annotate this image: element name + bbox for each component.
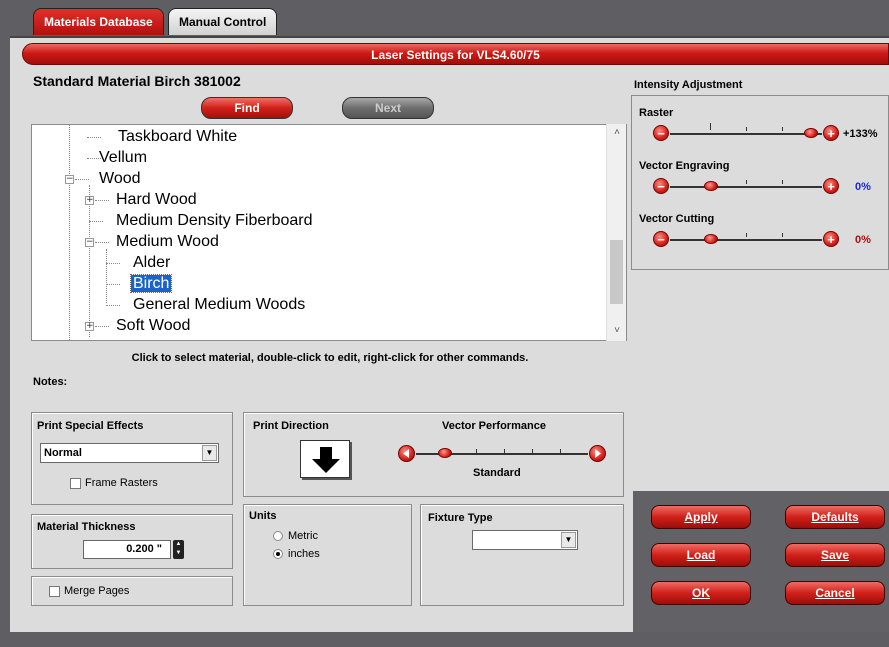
vector-cutting-knob[interactable] [704,234,719,244]
tree-item[interactable]: + Soft Wood [85,316,192,337]
print-special-effects-title: Print Special Effects [37,420,144,432]
tree-item[interactable]: + Hard Wood [85,190,199,211]
tree-item[interactable]: Medium Density Fiberboard [89,211,315,232]
arrow-left-icon [403,449,409,458]
metric-label: Metric [288,530,318,542]
vector-engraving-increase-button[interactable]: + [823,178,839,194]
vector-engraving-track [670,186,822,188]
material-tree[interactable]: Taskboard White Vellum − Wood + Hard Woo… [31,124,627,341]
inches-label: inches [288,548,320,560]
print-direction-button[interactable] [300,440,350,478]
collapse-icon[interactable]: − [65,175,74,184]
vector-cutting-track [670,239,822,241]
tree-item[interactable]: Birch [106,274,173,295]
merge-pages-checkbox[interactable] [49,586,60,597]
find-button[interactable]: Find [201,97,293,119]
thickness-input[interactable]: 0.200 " [83,540,171,559]
vector-engraving-label: Vector Engraving [639,160,730,172]
tree-item-label[interactable]: General Medium Woods [131,296,307,313]
window-title-bar: Laser Settings for VLS4.60/75 [22,43,889,65]
inches-radio[interactable] [273,549,283,559]
tree-item-label[interactable]: Taskboard White [116,128,239,145]
vector-engraving-value: 0% [855,181,871,193]
tree-item[interactable]: General Medium Woods [106,295,307,316]
vector-engraving-decrease-button[interactable]: − [653,178,669,194]
tree-item-label[interactable]: Medium Wood [114,233,221,250]
metric-radio[interactable] [273,531,283,541]
notes-label: Notes: [33,376,68,388]
chevron-down-icon: ▼ [202,445,217,461]
tree-scrollbar[interactable]: ˄ ˅ [606,124,626,341]
vector-performance-decrease-button[interactable] [398,445,415,462]
fixture-type-title: Fixture Type [428,512,493,524]
tab-materials-database[interactable]: Materials Database [33,8,164,35]
raster-increase-button[interactable]: + [823,125,839,141]
tree-item-label[interactable]: Medium Density Fiberboard [114,212,315,229]
material-thickness-title: Material Thickness [37,521,136,533]
intensity-adjustment-group [631,95,889,270]
expand-icon[interactable]: + [85,196,94,205]
apply-button[interactable]: Apply [651,505,751,529]
print-direction-title: Print Direction [253,420,329,432]
scroll-thumb[interactable] [610,240,623,304]
raster-decrease-button[interactable]: − [653,125,669,141]
raster-label: Raster [639,107,674,119]
tree-item-label[interactable]: Vellum [97,149,149,166]
tree-item[interactable]: − Wood [65,169,143,190]
vector-performance-increase-button[interactable] [589,445,606,462]
scroll-up-icon[interactable]: ˄ [611,127,623,139]
intensity-adjustment-title: Intensity Adjustment [634,79,743,91]
units-title: Units [249,510,277,522]
vector-cutting-label: Vector Cutting [639,213,715,225]
merge-pages-label: Merge Pages [64,585,130,597]
frame-rasters-checkbox[interactable] [70,478,81,489]
vector-performance-value: Standard [473,467,521,479]
arrow-down-icon [312,447,340,473]
tree-item[interactable]: Vellum [69,148,149,169]
arrow-right-icon [595,449,601,458]
collapse-icon[interactable]: − [85,238,94,247]
fixture-type-select[interactable]: ▼ [472,530,578,550]
scroll-down-icon[interactable]: ˅ [611,325,623,337]
frame-rasters-label: Frame Rasters [85,477,158,489]
tree-item-label[interactable]: Hard Wood [114,191,199,208]
save-button[interactable]: Save [785,543,885,567]
tree-item[interactable]: − Medium Wood [85,232,221,253]
vector-cutting-decrease-button[interactable]: − [653,231,669,247]
standard-material-title: Standard Material Birch 381002 [33,73,241,89]
merge-pages-group [31,576,233,606]
tree-item-label-selected[interactable]: Birch [129,274,173,293]
thickness-spinner[interactable]: ▲ ▼ [173,540,184,559]
instructions-text: Click to select material, double-click t… [131,352,529,364]
tree-item-label[interactable]: Wood [97,170,143,187]
select-value: Normal [44,447,82,459]
tree-item-label[interactable]: Alder [131,254,172,271]
vector-cutting-value: 0% [855,234,871,246]
tab-manual-control[interactable]: Manual Control [168,8,278,35]
expand-icon[interactable]: + [85,322,94,331]
chevron-down-icon: ▼ [561,532,576,548]
raster-track [670,133,822,135]
tree-item[interactable]: Taskboard White [69,127,239,148]
tree-item[interactable]: Alder [106,253,172,274]
defaults-button[interactable]: Defaults [785,505,885,529]
vector-performance-title: Vector Performance [442,420,546,432]
cancel-button[interactable]: Cancel [785,581,885,605]
tree-item-label[interactable]: Soft Wood [114,317,192,334]
ok-button[interactable]: OK [651,581,751,605]
raster-value: +133% [843,128,878,140]
vector-engraving-knob[interactable] [704,181,719,191]
print-special-effects-select[interactable]: Normal ▼ [40,443,219,463]
next-button[interactable]: Next [342,97,434,119]
load-button[interactable]: Load [651,543,751,567]
vector-cutting-increase-button[interactable]: + [823,231,839,247]
